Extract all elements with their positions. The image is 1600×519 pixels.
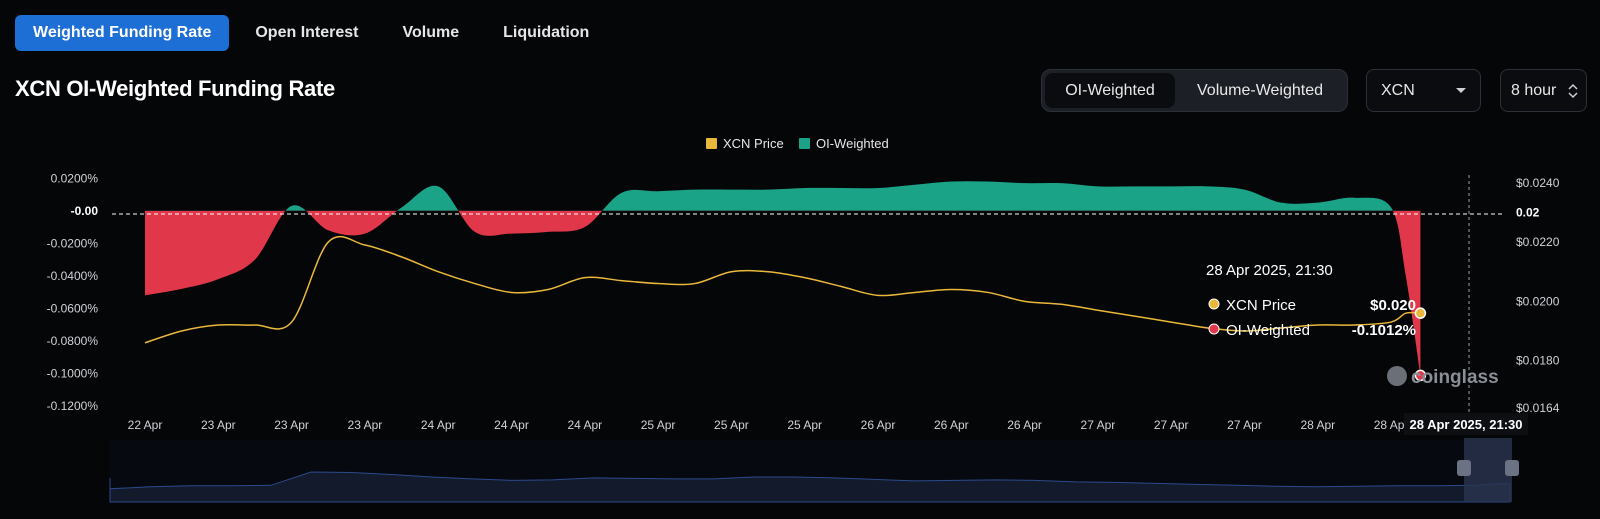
tooltip-oi-dot [1208,323,1220,335]
x-tick-label: 24 Apr [567,418,602,432]
watermark: coinglass [1387,366,1499,388]
cursor-markers [1414,307,1427,382]
y-axis-right: $0.0240 0.02 $0.0220 $0.0200 $0.0180 $0.0164 [1516,176,1560,415]
x-tick-label: 25 Apr [787,418,822,432]
y-right-tick-label: 0.02 [1516,205,1540,219]
navigator-selection[interactable] [1464,438,1512,502]
tooltip-date: 28 Apr 2025, 21:30 [1206,262,1333,279]
y-axis-left: 0.0200% -0.00 -0.0200% -0.0400% -0.0600% -0.0… [47,171,99,413]
legend-oi-swatch [799,138,810,149]
tab-volume[interactable]: Volume [385,15,478,51]
tooltip: 28 Apr 2025, 21:30 XCN Price $0.020 OI-W… [1206,262,1416,339]
y-left-tick-label: 0.0200% [51,171,99,185]
legend-price-label: XCN Price [723,136,784,151]
tab-weighted-funding-rate[interactable]: Weighted Funding Rate [15,15,230,51]
x-tick-label: 27 Apr [1227,418,1262,432]
metric-tabs: Weighted Funding Rate Open Interest Volu… [15,15,607,51]
navigator-left-handle[interactable] [1457,460,1471,476]
chart-legend: XCN Price OI-Weighted [706,136,889,151]
price-cursor-point [1414,307,1427,319]
x-tick-label: 28 Apr [1374,418,1409,432]
x-tick-label: 25 Apr [641,418,676,432]
x-tick-label: 24 Apr [421,418,456,432]
tooltip-oi-value: -0.1012% [1352,322,1416,339]
cursor-date-text: 28 Apr 2025, 21:30 [1410,417,1523,432]
tooltip-price-label: XCN Price [1226,297,1296,314]
x-tick-label: 23 Apr [201,418,236,432]
cursor-date-bg [1404,413,1528,435]
page-title: XCN OI-Weighted Funding Rate [15,76,335,101]
x-tick-label: 23 Apr [348,418,383,432]
y-left-tick-label: -0.0600% [47,301,99,315]
x-tick-label: 26 Apr [861,418,896,432]
tooltip-price-value: $0.020 [1370,297,1416,314]
tab-liquidation[interactable]: Liquidation [485,15,607,51]
tooltip-price-dot [1208,298,1220,310]
oi-negative-area [145,210,1421,376]
chevron-down-icon [1456,88,1466,93]
price-line [144,235,1421,344]
legend-oi-label: OI-Weighted [816,136,889,151]
updown-chevron-icon [1568,83,1578,98]
tab-open-interest[interactable]: Open Interest [237,15,376,51]
navigator-bg [110,440,1510,502]
interval-select-value: 8 hour [1511,81,1557,99]
watermark-text: coinglass [1411,367,1499,388]
coinglass-logo-icon [1387,366,1407,386]
y-left-tick-label: -0.0800% [47,334,99,348]
x-tick-label: 26 Apr [934,418,969,432]
oi-positive-area [285,181,1393,211]
x-tick-label: 26 Apr [1007,418,1042,432]
navigator-series [109,471,1511,503]
x-tick-label: 28 Apr [1300,418,1335,432]
y-right-tick-label: $0.0180 [1516,354,1560,368]
oi-weighted-option[interactable]: OI-Weighted [1045,73,1175,108]
oi-weighted-area [145,181,1421,376]
legend-price-swatch [706,138,717,149]
x-tick-label: 25 Apr [714,418,749,432]
y-right-tick-label: $0.0200 [1516,294,1560,308]
y-left-tick-label: -0.00 [71,204,99,218]
x-tick-label: 27 Apr [1154,418,1189,432]
range-navigator[interactable] [109,438,1519,503]
weighting-toggle: OI-Weighted Volume-Weighted [1041,69,1348,112]
x-tick-label: 22 Apr [128,418,163,432]
y-right-tick-label: $0.0220 [1516,235,1560,249]
coin-select-value: XCN [1381,81,1415,99]
price-line-group [144,235,1421,344]
y-right-tick-label: $0.0164 [1516,401,1560,415]
tooltip-oi-label: OI-Weighted [1226,322,1310,339]
x-tick-label: 27 Apr [1081,418,1116,432]
cursor-date-label: 28 Apr 2025, 21:30 [1404,413,1528,435]
x-tick-label: 23 Apr [274,418,309,432]
y-right-tick-label: $0.0240 [1516,176,1560,190]
x-tick-label: 24 Apr [494,418,529,432]
y-left-tick-label: -0.0200% [47,236,99,250]
interval-select[interactable]: 8 hour [1500,69,1587,112]
oi-cursor-point [1414,369,1427,382]
x-axis: 22 Apr 23 Apr 23 Apr 23 Apr 24 Apr 24 Apr 24 A… [128,418,1409,432]
coin-select[interactable]: XCN [1366,69,1481,112]
y-left-tick-label: -0.1000% [47,366,99,380]
navigator-right-handle[interactable] [1505,460,1519,476]
y-left-tick-label: -0.0400% [47,269,99,283]
y-left-tick-label: -0.1200% [47,399,99,413]
volume-weighted-option[interactable]: Volume-Weighted [1175,73,1345,108]
